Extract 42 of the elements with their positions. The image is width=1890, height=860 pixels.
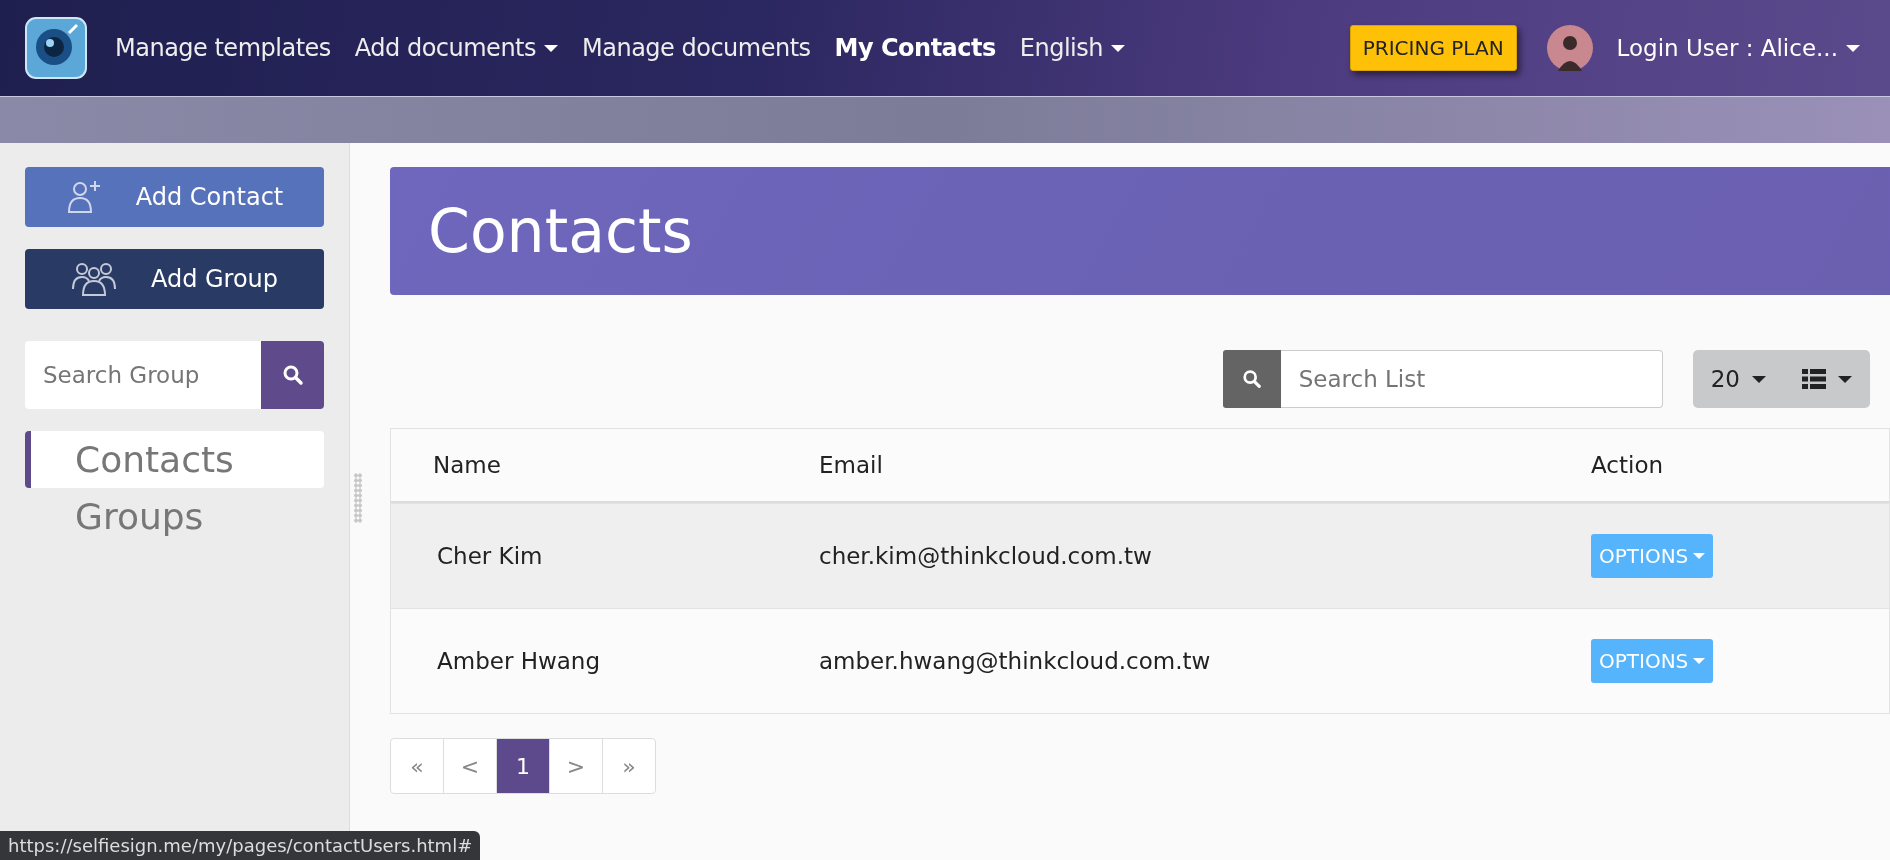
column-header: Email xyxy=(819,452,884,478)
caret-icon xyxy=(1846,44,1860,52)
table-cell-text: Amber Hwang xyxy=(436,648,602,674)
page-link[interactable]: « xyxy=(391,739,443,793)
camera-logo-icon[interactable] xyxy=(25,17,87,79)
caret-icon xyxy=(1752,375,1766,383)
search-icon xyxy=(1241,369,1262,389)
page-title: Contacts xyxy=(428,196,693,266)
page-link[interactable]: » xyxy=(602,739,655,793)
table-cell-text: Cher Kim xyxy=(436,543,544,569)
nav-link[interactable]: Manage documents xyxy=(582,34,811,62)
resize-handle-icon[interactable] xyxy=(354,473,362,523)
nav-link[interactable]: English xyxy=(1019,34,1125,62)
nav-link[interactable]: Manage templates xyxy=(115,34,331,62)
column-header: Name xyxy=(432,452,502,478)
avatar-icon[interactable] xyxy=(1546,25,1593,71)
people-icon xyxy=(70,261,117,297)
caret-icon xyxy=(1693,658,1706,664)
search-list-field[interactable]: Search List xyxy=(1280,350,1663,408)
nav-link[interactable]: Add documents xyxy=(354,34,558,62)
column-header: Action xyxy=(1591,452,1665,478)
sidebar-item[interactable]: Contacts xyxy=(25,431,324,488)
add-group-button[interactable]: Add Group xyxy=(25,249,324,309)
pricing-plan-button[interactable]: PRICING PLAN xyxy=(1349,25,1517,71)
page-size-dropdown[interactable]: 20 xyxy=(1692,350,1784,408)
table-cell-text: cher.kim@thinkcloud.com.tw xyxy=(819,543,1153,569)
table-cell-text: amber.hwang@thinkcloud.com.tw xyxy=(819,648,1212,674)
caret-icon xyxy=(1693,553,1706,559)
status-bar-url: https://selfiesign.me/my/pages/contactUsers.html# xyxy=(0,831,481,860)
add-contact-button[interactable]: Add Contact xyxy=(25,167,324,227)
caret-icon xyxy=(1838,375,1852,383)
search-icon xyxy=(281,364,304,386)
add-person-icon xyxy=(65,179,102,215)
sidebar-item[interactable]: Groups xyxy=(25,488,324,545)
page-link[interactable]: 1 xyxy=(496,739,549,793)
user-menu[interactable]: Login User : Alice... xyxy=(1616,35,1860,61)
search-group-field[interactable]: Search Group xyxy=(25,341,261,409)
page-link[interactable]: > xyxy=(549,739,602,793)
list-icon xyxy=(1802,369,1826,389)
nav-link[interactable]: My Contacts xyxy=(834,34,996,62)
search-button[interactable] xyxy=(1222,350,1281,408)
search-button[interactable] xyxy=(261,341,324,409)
